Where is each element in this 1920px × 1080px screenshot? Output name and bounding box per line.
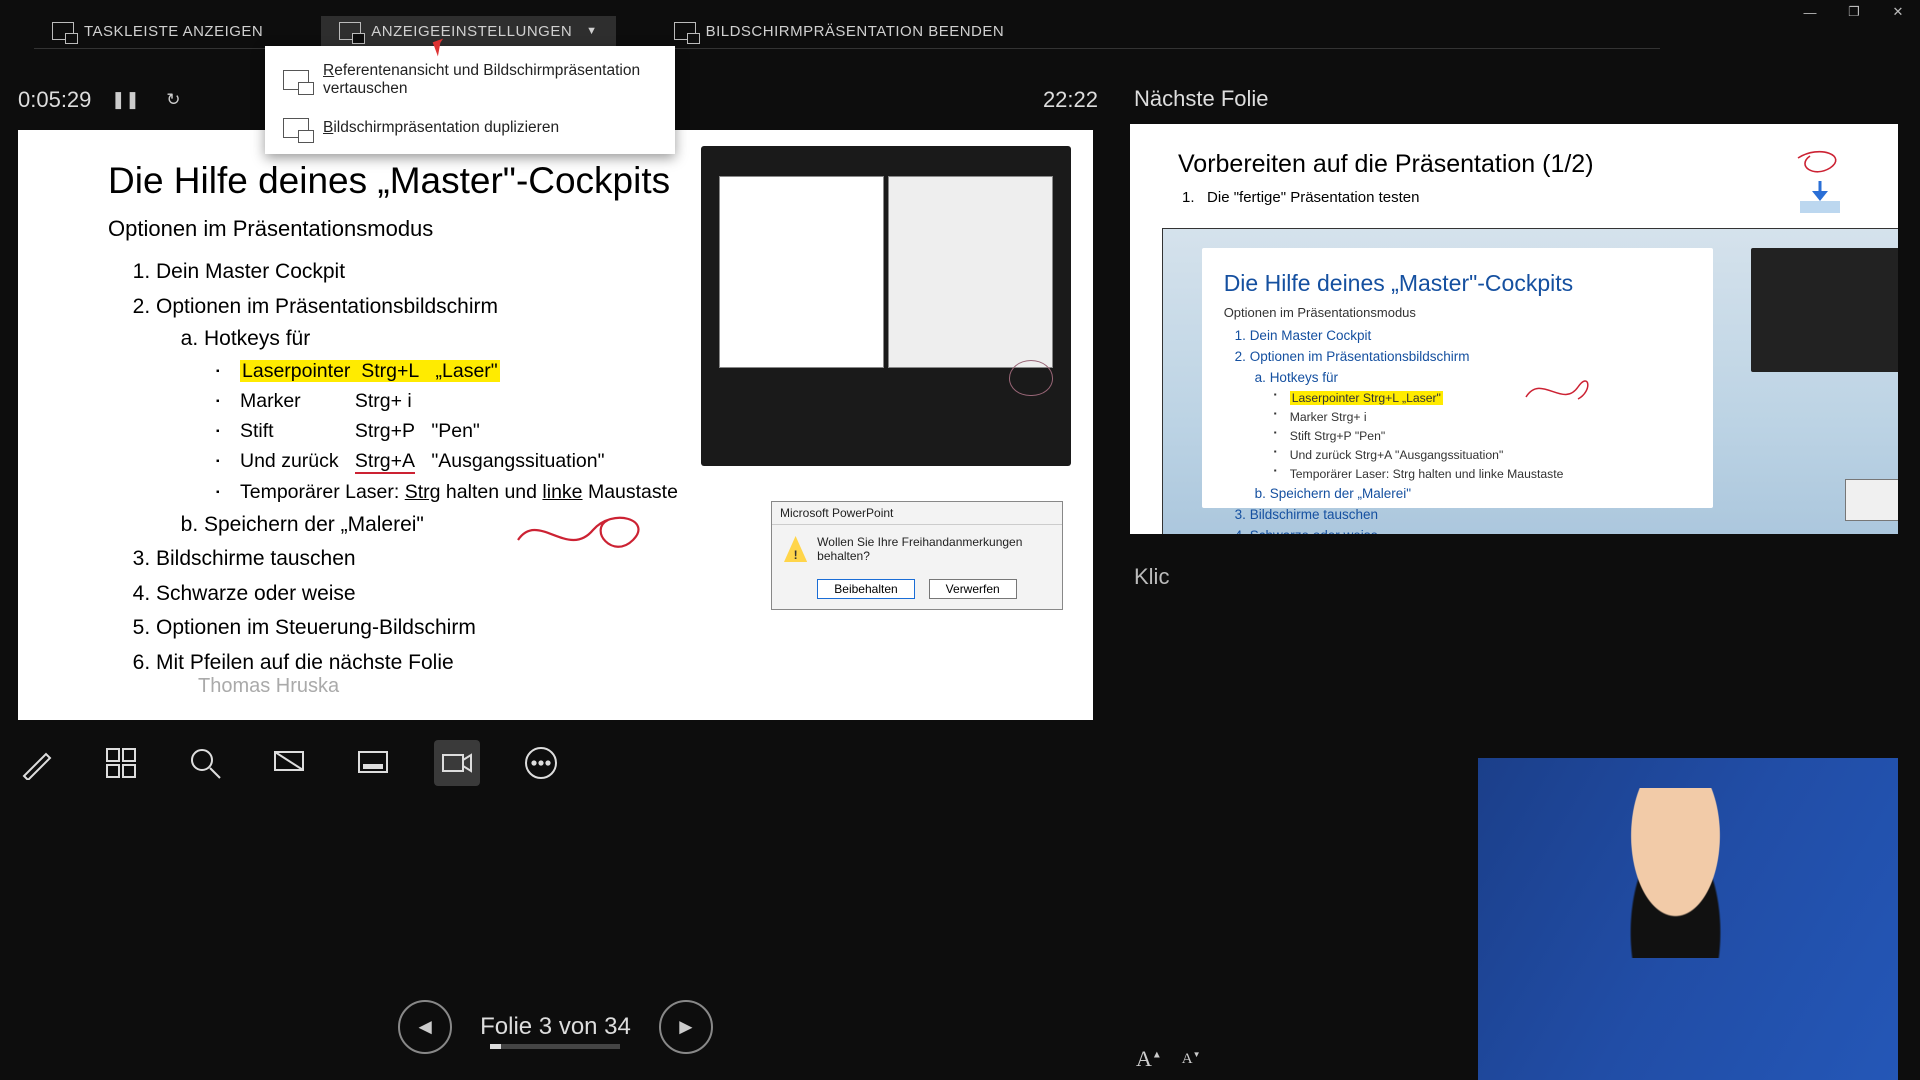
end-show-label: BILDSCHIRMPRÄSENTATION BEENDEN [706, 23, 1005, 40]
list-item: Bildschirme tauschen [1250, 505, 1691, 526]
slide-progress [490, 1044, 620, 1049]
ink-annotation [1790, 146, 1850, 216]
list-item: Dein Master Cockpit [1250, 326, 1691, 347]
display-settings-menu: Referentenansicht und Bildschirmpräsenta… [265, 46, 675, 154]
brain-icon [1009, 360, 1053, 396]
keep-button[interactable]: Beibehalten [817, 579, 914, 599]
increase-font-button[interactable]: A▲ [1136, 1046, 1162, 1072]
more-options-button[interactable] [518, 740, 564, 786]
clock-time: 22:22 [1043, 87, 1098, 113]
list-item: Hotkeys für Laserpointer Strg+L „Laser" … [1270, 368, 1691, 483]
display-settings-button[interactable]: ANZEIGEEINSTELLUNGEN ▼ [321, 16, 615, 46]
photo-slide-title: Die Hilfe deines „Master"-Cockpits [1224, 270, 1691, 297]
end-icon [674, 22, 696, 40]
list-item: Und zurück Strg+A "Ausgangssituation" [1290, 446, 1691, 465]
subtitle-button[interactable] [350, 740, 396, 786]
current-slide[interactable]: Die Hilfe deines „Master"-Cockpits Optio… [18, 130, 1093, 720]
menu-swap-label: Referentenansicht und Bildschirmpräsenta… [323, 62, 657, 98]
list-item: Laserpointer Strg+L „Laser" [1290, 389, 1691, 408]
next-slide-button[interactable]: ► [659, 1000, 713, 1054]
webcam-feed[interactable] [1478, 758, 1898, 1080]
show-taskbar-label: TASKLEISTE ANZEIGEN [84, 23, 263, 40]
next-slide-line: 1. Die "fertige" Präsentation testen [1130, 189, 1898, 206]
window-minimize[interactable]: — [1788, 0, 1832, 24]
list-item: Speichern der „Malerei" [1270, 484, 1691, 505]
elapsed-time: 0:05:29 [18, 87, 91, 113]
presenter-video [1608, 788, 1743, 958]
decrease-font-button[interactable]: A▼ [1182, 1050, 1201, 1076]
pen-tool-button[interactable] [14, 740, 60, 786]
swap-icon [283, 70, 309, 90]
taskbar-icon [52, 22, 74, 40]
list-item: Optionen im Präsentationsbildschirm Hotk… [1250, 347, 1691, 504]
presenter-tools [14, 740, 564, 786]
list-item: Schwarze oder weise [1250, 526, 1691, 534]
presenter-toolbar: TASKLEISTE ANZEIGEN ANZEIGEEINSTELLUNGEN… [34, 14, 1660, 49]
end-show-button[interactable]: BILDSCHIRMPRÄSENTATION BEENDEN [656, 16, 1023, 46]
photo-slide-subtitle: Optionen im Präsentationsmodus [1224, 305, 1691, 320]
warning-icon: ! [784, 536, 807, 562]
next-slide-title: Vorbereiten auf die Präsentation (1/2) [1130, 124, 1898, 189]
black-screen-button[interactable] [266, 740, 312, 786]
zoom-button[interactable] [182, 740, 228, 786]
slide-counter: Folie 3 von 34 [480, 1013, 631, 1041]
slide-author: Thomas Hruska [198, 675, 339, 698]
reset-timer-button[interactable]: ↻ [159, 86, 187, 114]
window-maximize[interactable]: ❐ [1832, 0, 1876, 24]
list-item: Optionen im Steuerung-Bildschirm [156, 612, 1051, 645]
duplicate-icon [283, 118, 309, 138]
discard-button[interactable]: Verwerfen [929, 579, 1017, 599]
menu-duplicate-label: Bildschirmpräsentation duplizieren [323, 119, 559, 137]
embedded-screenshot [701, 146, 1071, 466]
dialog-title: Microsoft PowerPoint [772, 502, 1062, 525]
pause-timer-button[interactable]: ❚❚ [111, 86, 139, 114]
list-item: Temporärer Laser: Strg halten und linke … [1290, 465, 1691, 484]
display-icon [339, 22, 361, 40]
camera-button[interactable] [434, 740, 480, 786]
ink-save-dialog: Microsoft PowerPoint ! Wollen Sie Ihre F… [771, 501, 1063, 610]
next-slide-heading: Nächste Folie [1134, 86, 1898, 112]
menu-duplicate-show[interactable]: Bildschirmpräsentation duplizieren [265, 108, 675, 148]
list-item: Stift Strg+P "Pen" [1290, 427, 1691, 446]
menu-swap-displays[interactable]: Referentenansicht und Bildschirmpräsenta… [265, 52, 675, 108]
speaker-notes[interactable]: Klic [1134, 564, 1894, 590]
prev-slide-button[interactable]: ◄ [398, 1000, 452, 1054]
all-slides-button[interactable] [98, 740, 144, 786]
ink-annotation [513, 505, 663, 555]
projector-photo: Die Hilfe deines „Master"-Cockpits Optio… [1162, 228, 1898, 534]
show-taskbar-button[interactable]: TASKLEISTE ANZEIGEN [34, 16, 281, 46]
list-item: Marker Strg+ i [1290, 408, 1691, 427]
dialog-message: Wollen Sie Ihre Freihandanmerkungen beha… [817, 535, 1050, 563]
window-close[interactable]: ✕ [1876, 0, 1920, 24]
next-slide-preview[interactable]: Vorbereiten auf die Präsentation (1/2) 1… [1130, 124, 1898, 534]
chevron-down-icon: ▼ [586, 25, 597, 37]
display-settings-label: ANZEIGEEINSTELLUNGEN [371, 23, 572, 40]
